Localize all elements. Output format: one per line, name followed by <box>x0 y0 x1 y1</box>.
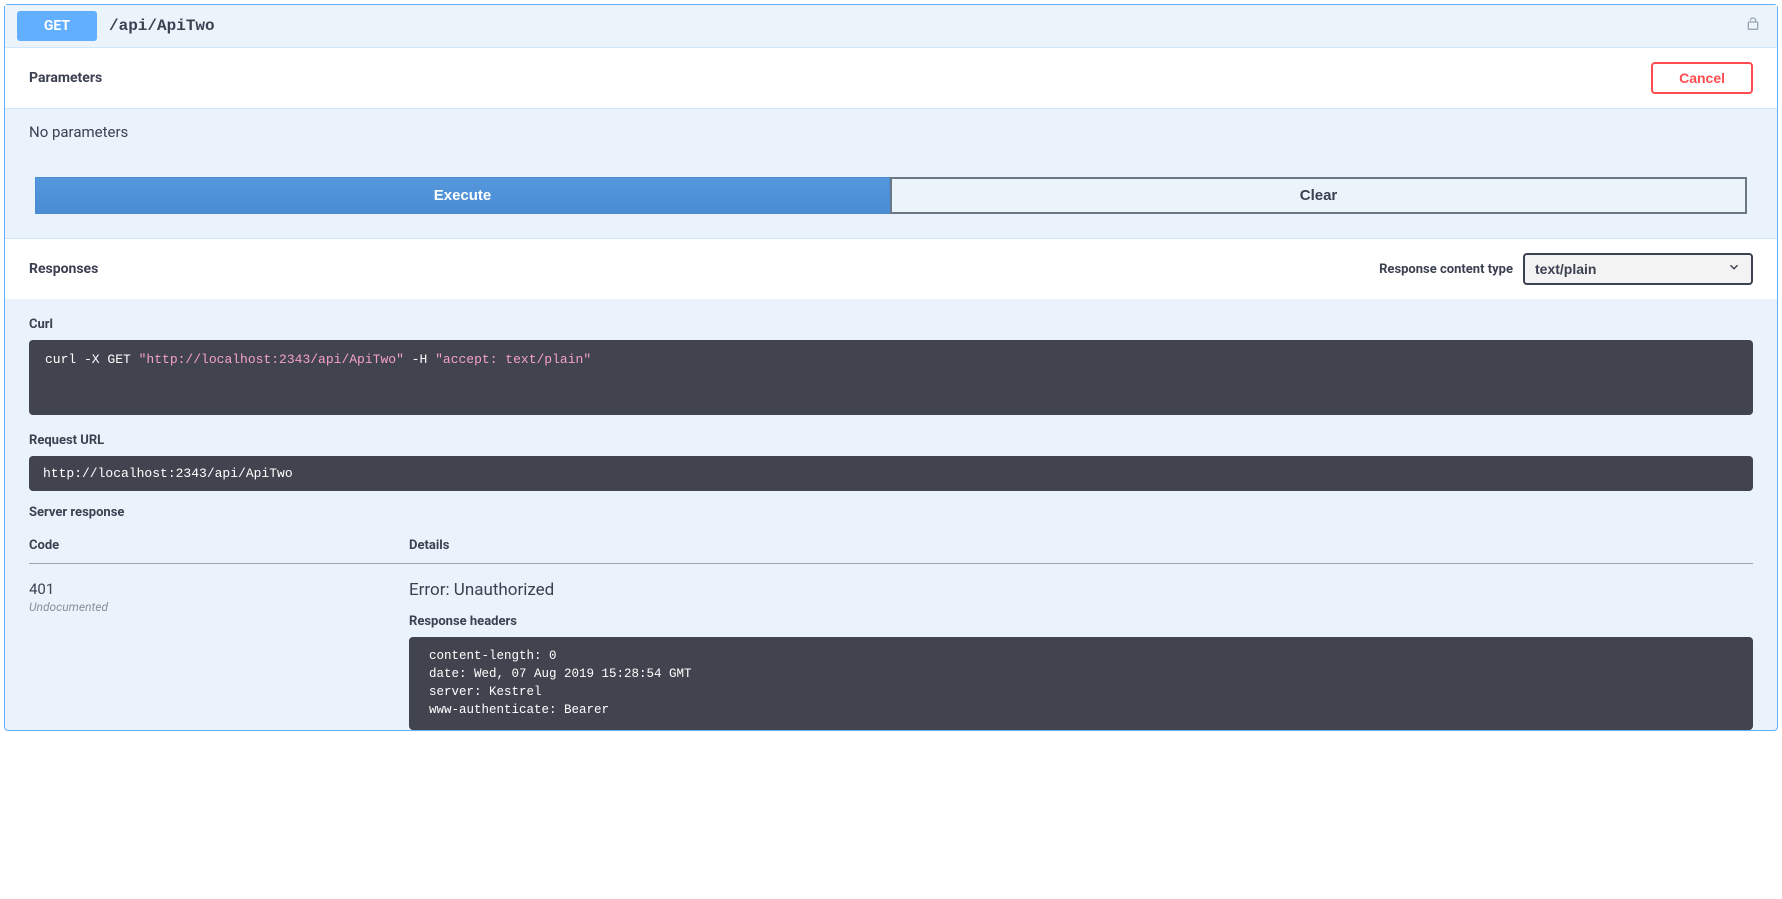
method-badge: GET <box>17 11 97 41</box>
operation-block: GET /api/ApiTwo Parameters Cancel No par… <box>4 4 1778 731</box>
endpoint-path: /api/ApiTwo <box>109 17 215 35</box>
action-button-row: Execute Clear <box>5 177 1777 238</box>
error-message: Error: Unauthorized <box>409 580 1753 600</box>
responses-title: Responses <box>29 261 98 277</box>
request-url-title: Request URL <box>29 433 1753 448</box>
details-column-header: Details <box>409 530 1753 564</box>
code-column-header: Code <box>29 530 409 564</box>
curl-title: Curl <box>29 317 1753 332</box>
request-url-block[interactable]: http://localhost:2343/api/ApiTwo <box>29 456 1753 491</box>
cancel-button[interactable]: Cancel <box>1651 62 1753 94</box>
execute-button[interactable]: Execute <box>35 177 890 214</box>
table-row: 401 Undocumented Error: Unauthorized Res… <box>29 564 1753 730</box>
unlock-icon[interactable] <box>1745 15 1761 37</box>
parameters-title: Parameters <box>29 70 102 86</box>
content-type-select[interactable]: text/plain <box>1523 253 1753 285</box>
no-parameters-text: No parameters <box>5 109 1777 177</box>
clear-button[interactable]: Clear <box>890 177 1747 214</box>
response-headers-block[interactable]: content-length: 0 date: Wed, 07 Aug 2019… <box>409 637 1753 730</box>
response-headers-label: Response headers <box>409 614 1753 629</box>
curl-command-block[interactable]: curl -X GET "http://localhost:2343/api/A… <box>29 340 1753 415</box>
operation-summary[interactable]: GET /api/ApiTwo <box>5 5 1777 47</box>
responses-header: Responses Response content type text/pla… <box>5 238 1777 299</box>
parameters-header: Parameters Cancel <box>5 47 1777 109</box>
response-content-type-group: Response content type text/plain <box>1379 253 1753 285</box>
server-response-title: Server response <box>29 505 1753 520</box>
response-content-type-label: Response content type <box>1379 262 1513 277</box>
response-code: 401 <box>29 580 409 598</box>
responses-body: Curl curl -X GET "http://localhost:2343/… <box>5 299 1777 730</box>
content-type-select-wrap: text/plain <box>1523 253 1753 285</box>
server-response-table: Code Details 401 Undocumented Error: Una… <box>29 530 1753 730</box>
undocumented-label: Undocumented <box>29 600 409 614</box>
